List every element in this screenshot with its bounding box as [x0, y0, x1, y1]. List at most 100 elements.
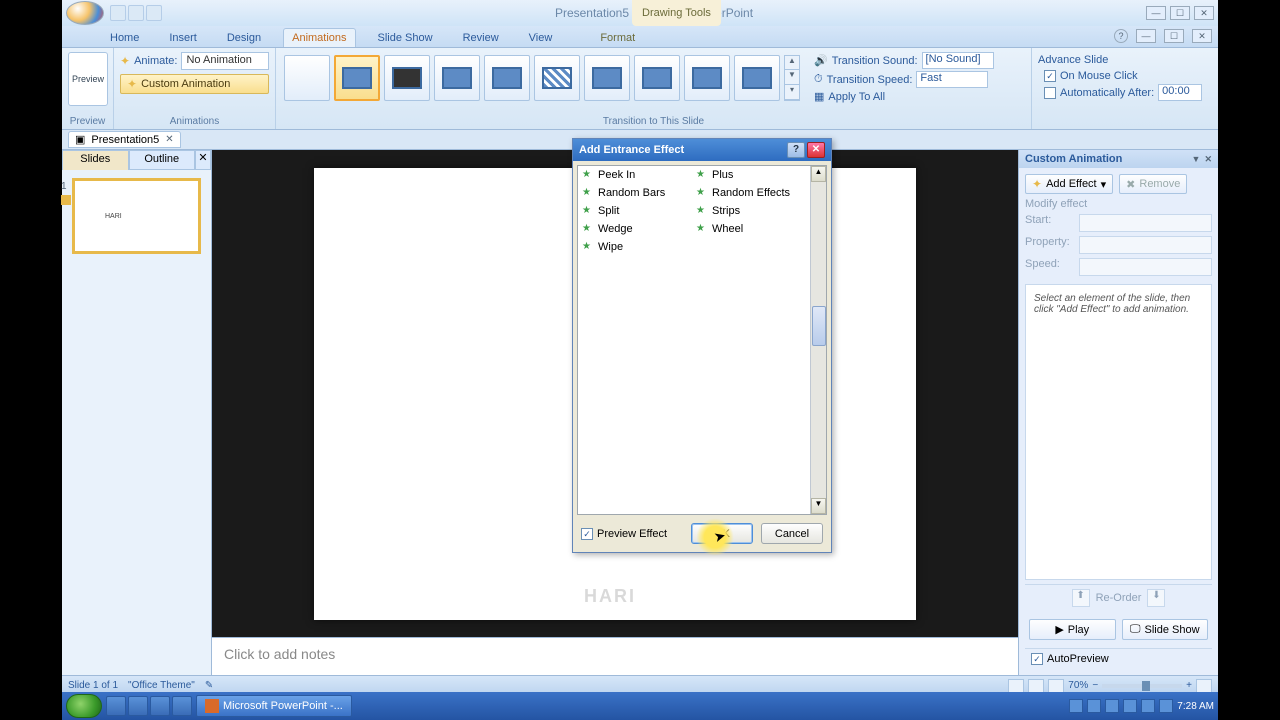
custom-animation-button[interactable]: ✦ Custom Animation — [120, 74, 269, 94]
doc-close-button[interactable]: ✕ — [1192, 29, 1212, 43]
effect-item[interactable]: Random Effects — [692, 184, 806, 202]
slide-thumbnail[interactable]: 1 HARI — [72, 178, 201, 254]
quicklaunch-icon[interactable] — [106, 696, 126, 716]
slideshow-view-icon[interactable] — [1048, 679, 1064, 693]
effect-item[interactable]: Split — [578, 202, 692, 220]
tab-slideshow[interactable]: Slide Show — [370, 29, 441, 47]
spellcheck-icon[interactable]: ✎ — [205, 680, 213, 691]
tray-icon[interactable] — [1105, 699, 1119, 713]
dialog-help-button[interactable]: ? — [787, 142, 805, 158]
effect-item[interactable]: Peek In — [578, 166, 692, 184]
auto-after-checkbox[interactable] — [1044, 87, 1056, 99]
slides-tab[interactable]: Slides — [62, 150, 129, 170]
scroll-thumb[interactable] — [812, 306, 826, 346]
transition-item[interactable] — [634, 55, 680, 101]
reorder-up-icon[interactable]: ⬆ — [1072, 589, 1090, 607]
apply-to-all-button[interactable]: Apply To All — [828, 91, 885, 103]
effect-item[interactable]: Plus — [692, 166, 806, 184]
transition-item[interactable] — [434, 55, 480, 101]
zoom-in-icon[interactable]: + — [1186, 680, 1192, 691]
scrollbar[interactable]: ▲ ▼ — [810, 166, 826, 514]
tray-icon[interactable] — [1123, 699, 1137, 713]
tray-icon[interactable] — [1159, 699, 1173, 713]
zoom-value[interactable]: 70% — [1068, 680, 1088, 691]
transition-item[interactable] — [384, 55, 430, 101]
auto-after-spinner[interactable]: 00:00 — [1158, 84, 1202, 101]
play-button[interactable]: ▶ Play — [1029, 619, 1116, 640]
doc-restore-button[interactable]: ☐ — [1164, 29, 1184, 43]
scroll-up-icon[interactable]: ▲ — [811, 166, 826, 182]
cancel-button[interactable]: Cancel — [761, 523, 823, 544]
zoom-out-icon[interactable]: − — [1092, 680, 1098, 691]
close-doc-icon[interactable]: ✕ — [165, 134, 173, 145]
autopreview-checkbox[interactable]: ✓ — [1031, 653, 1043, 665]
notes-pane[interactable]: Click to add notes — [212, 637, 1018, 675]
close-panel-icon[interactable]: ✕ — [195, 150, 211, 170]
outline-tab[interactable]: Outline — [129, 150, 196, 170]
transition-sound-combo[interactable]: [No Sound] — [922, 52, 994, 69]
transition-item[interactable] — [484, 55, 530, 101]
tab-review[interactable]: Review — [455, 29, 507, 47]
effect-item[interactable]: Wheel — [692, 220, 806, 238]
effect-item[interactable]: Wedge — [578, 220, 692, 238]
animate-combo[interactable]: No Animation — [181, 52, 268, 70]
reorder-down-icon[interactable]: ⬇ — [1147, 589, 1165, 607]
undo-icon[interactable] — [128, 5, 144, 21]
tab-format[interactable]: Format — [592, 29, 643, 47]
office-button[interactable] — [66, 1, 104, 25]
normal-view-icon[interactable] — [1008, 679, 1024, 693]
transition-item[interactable] — [684, 55, 730, 101]
remove-icon: ✖ — [1126, 178, 1135, 191]
speed-combo[interactable] — [1079, 258, 1212, 276]
add-entrance-effect-dialog: Add Entrance Effect ? ✕ Peek In Random B… — [572, 138, 832, 553]
add-effect-button[interactable]: ✦Add Effect ▾ — [1025, 174, 1113, 194]
redo-icon[interactable] — [146, 5, 162, 21]
zoom-slider[interactable] — [1102, 684, 1182, 688]
taskpane-menu-icon[interactable]: ▼ — [1192, 154, 1201, 165]
dialog-close-button[interactable]: ✕ — [807, 142, 825, 158]
transition-speed-combo[interactable]: Fast — [916, 71, 988, 88]
help-icon[interactable]: ? — [1114, 29, 1128, 43]
start-combo[interactable] — [1079, 214, 1212, 232]
document-tab[interactable]: ▣ Presentation5 ✕ — [68, 131, 181, 148]
transition-item[interactable] — [534, 55, 580, 101]
tab-insert[interactable]: Insert — [161, 29, 205, 47]
fit-icon[interactable] — [1196, 679, 1212, 693]
effect-item[interactable]: Strips — [692, 202, 806, 220]
quicklaunch-icon[interactable] — [150, 696, 170, 716]
quicklaunch-icon[interactable] — [128, 696, 148, 716]
slideshow-button[interactable]: 🖵 Slide Show — [1122, 619, 1209, 640]
tray-icon[interactable] — [1087, 699, 1101, 713]
close-button[interactable]: ✕ — [1194, 6, 1214, 20]
tab-view[interactable]: View — [521, 29, 561, 47]
effect-item[interactable]: Random Bars — [578, 184, 692, 202]
clock[interactable]: 7:28 AM — [1177, 701, 1214, 712]
taskbar-item-powerpoint[interactable]: Microsoft PowerPoint -... — [196, 695, 352, 717]
transition-item[interactable] — [584, 55, 630, 101]
doc-minimize-button[interactable]: — — [1136, 29, 1156, 43]
preview-button[interactable]: Preview — [68, 52, 108, 106]
effect-item[interactable]: Wipe — [578, 238, 692, 256]
preview-effect-checkbox[interactable]: ✓ — [581, 528, 593, 540]
transition-item[interactable] — [734, 55, 780, 101]
transition-more[interactable]: ▲▼▾ — [784, 55, 800, 101]
ok-button[interactable]: OK — [691, 523, 753, 544]
tray-icon[interactable] — [1141, 699, 1155, 713]
sorter-view-icon[interactable] — [1028, 679, 1044, 693]
tab-animations[interactable]: Animations — [283, 28, 355, 47]
scroll-down-icon[interactable]: ▼ — [811, 498, 826, 514]
tab-design[interactable]: Design — [219, 29, 269, 47]
property-combo[interactable] — [1079, 236, 1212, 254]
on-click-checkbox[interactable]: ✓ — [1044, 70, 1056, 82]
transition-item[interactable] — [334, 55, 380, 101]
start-button[interactable] — [66, 694, 102, 718]
maximize-button[interactable]: ☐ — [1170, 6, 1190, 20]
tray-icon[interactable] — [1069, 699, 1083, 713]
save-icon[interactable] — [110, 5, 126, 21]
transition-none[interactable] — [284, 55, 330, 101]
taskpane-close-icon[interactable]: ✕ — [1204, 154, 1212, 165]
remove-button[interactable]: ✖Remove — [1119, 174, 1187, 194]
quicklaunch-icon[interactable] — [172, 696, 192, 716]
minimize-button[interactable]: — — [1146, 6, 1166, 20]
tab-home[interactable]: Home — [102, 29, 147, 47]
